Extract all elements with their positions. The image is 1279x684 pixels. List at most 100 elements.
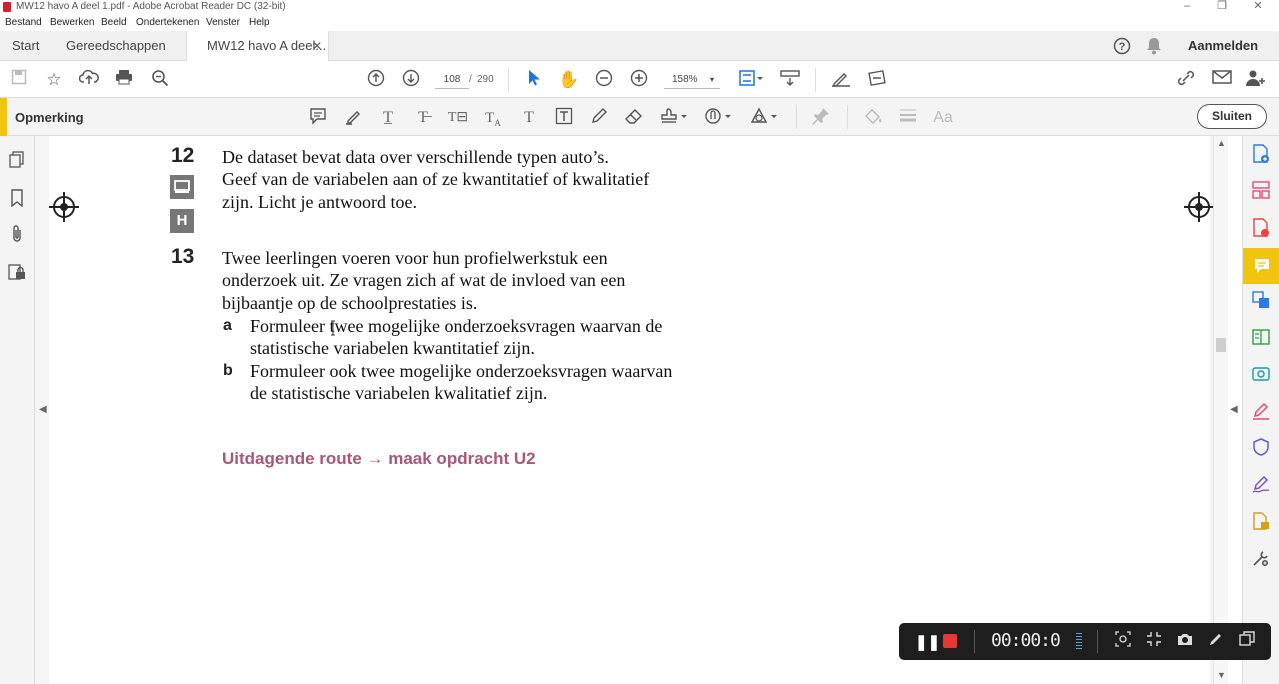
- annotate-pen-icon[interactable]: [1206, 631, 1226, 651]
- text-cursor-icon: [330, 320, 336, 336]
- menu-beeld[interactable]: Beeld: [101, 17, 127, 28]
- shapes-tool-icon[interactable]: [750, 107, 780, 129]
- page-thumbnails-icon[interactable]: [6, 151, 28, 173]
- scroll-mode-icon[interactable]: [779, 69, 801, 91]
- request-signature-icon[interactable]: [1250, 475, 1272, 497]
- page-number-input[interactable]: 108: [435, 71, 469, 89]
- zoom-level-value: 158%: [672, 74, 698, 85]
- scroll-up-icon[interactable]: ▲: [1217, 138, 1226, 148]
- menu-ondertekenen[interactable]: Ondertekenen: [136, 17, 199, 28]
- share-link-icon[interactable]: [1175, 69, 1197, 91]
- right-tools-panel: [1242, 136, 1279, 684]
- q13-line-1: Twee leerlingen voeren voor hun profielw…: [222, 248, 608, 268]
- menu-venster[interactable]: Venster: [206, 17, 240, 28]
- bookmarks-icon[interactable]: [6, 189, 28, 211]
- svg-text:?: ?: [1119, 41, 1126, 53]
- close-tab-icon[interactable]: ✕: [312, 31, 322, 61]
- combine-files-icon[interactable]: [1250, 291, 1272, 313]
- attachments-paperclip-icon[interactable]: [6, 225, 28, 247]
- menu-help[interactable]: Help: [249, 17, 270, 28]
- highlight-pen-icon[interactable]: [342, 107, 364, 129]
- sticky-note-icon[interactable]: [307, 107, 329, 129]
- notifications-bell-icon[interactable]: [1146, 31, 1166, 61]
- comment-tool-icon[interactable]: [1243, 248, 1279, 284]
- fill-and-sign-icon[interactable]: [1250, 402, 1272, 424]
- minimize-recorder-icon[interactable]: [1237, 631, 1257, 651]
- help-icon[interactable]: ?: [1113, 31, 1133, 61]
- fill-sign-icon[interactable]: [830, 69, 852, 91]
- strikethrough-text-icon[interactable]: T̶: [412, 107, 434, 129]
- left-nav-panel: [0, 136, 35, 684]
- zoom-in-icon[interactable]: [628, 69, 650, 91]
- attach-file-icon[interactable]: [704, 107, 734, 129]
- print-icon[interactable]: [113, 69, 135, 91]
- zoom-search-icon[interactable]: [149, 69, 171, 91]
- pencil-draw-icon[interactable]: [588, 107, 610, 129]
- insert-text-icon[interactable]: TA: [482, 107, 504, 129]
- add-user-icon[interactable]: [1245, 69, 1267, 91]
- protect-shield-icon[interactable]: [1250, 438, 1272, 460]
- fullscreen-toggle-icon[interactable]: [1144, 631, 1164, 651]
- bookmark-star-icon[interactable]: ☆: [43, 69, 65, 91]
- edit-pdf-icon[interactable]: [1250, 328, 1272, 350]
- create-pdf-icon[interactable]: [1250, 144, 1272, 166]
- line-weight-icon[interactable]: [897, 107, 919, 129]
- next-page-icon[interactable]: [400, 69, 422, 91]
- email-icon[interactable]: [1211, 69, 1233, 91]
- eraser-icon[interactable]: [623, 107, 645, 129]
- tab-tools[interactable]: Gereedschappen: [66, 31, 166, 61]
- screenshot-camera-icon[interactable]: [1175, 631, 1195, 651]
- underline-text-icon[interactable]: T̲: [377, 107, 399, 129]
- q13-line-3: bijbaantje op de schoolprestaties is.: [222, 293, 478, 313]
- q13a-line-1: Formuleer twee mogelijke onderzoeksvrage…: [250, 316, 663, 336]
- recorder-divider: [1097, 630, 1098, 653]
- pause-recording-icon[interactable]: ❚❚: [915, 633, 940, 651]
- close-window-button[interactable]: ✕: [1243, 0, 1273, 15]
- text-box-icon[interactable]: [553, 107, 575, 129]
- question-13-number: 13: [171, 245, 195, 268]
- toolbar-divider: [796, 105, 797, 129]
- scan-ocr-icon[interactable]: [1250, 365, 1272, 387]
- comment-toolbar: Opmerking T̲ T̶ T⊟ TA T Aa Sluiten: [0, 98, 1279, 136]
- redact-tool-icon[interactable]: [866, 69, 888, 91]
- export-pdf-icon[interactable]: [1250, 218, 1272, 240]
- save-icon[interactable]: [8, 69, 30, 91]
- font-style-icon[interactable]: Aa: [932, 107, 954, 129]
- minimize-button[interactable]: –: [1172, 0, 1202, 15]
- scroll-down-icon[interactable]: ▼: [1217, 670, 1226, 680]
- previous-page-icon[interactable]: [365, 69, 387, 91]
- toolbar-divider: [815, 68, 816, 92]
- webcam-icon[interactable]: [1113, 631, 1133, 651]
- menu-bewerken[interactable]: Bewerken: [50, 17, 94, 28]
- stamp-icon[interactable]: [660, 107, 690, 129]
- zoom-level-select[interactable]: 158% ▾: [664, 71, 720, 89]
- close-comment-button[interactable]: Sluiten: [1197, 104, 1267, 129]
- pin-icon[interactable]: [810, 107, 832, 129]
- challenge-route-link[interactable]: Uitdagende route → maak opdracht U2: [222, 449, 536, 469]
- stop-recording-icon[interactable]: [943, 634, 957, 648]
- upload-cloud-icon[interactable]: [78, 69, 100, 91]
- send-for-review-icon[interactable]: [1250, 512, 1272, 534]
- hand-tool-icon[interactable]: ✋: [558, 69, 580, 91]
- fit-page-icon[interactable]: [737, 69, 765, 91]
- sign-in-button[interactable]: Aanmelden: [1188, 31, 1258, 61]
- vertical-scrollbar[interactable]: ▲ ▼: [1213, 136, 1228, 684]
- add-text-icon[interactable]: T: [518, 107, 540, 129]
- tab-start[interactable]: Start: [12, 31, 39, 61]
- more-tools-icon[interactable]: [1250, 549, 1272, 571]
- recording-timer: 00:00:0: [991, 630, 1061, 651]
- restore-button[interactable]: ❐: [1207, 0, 1237, 15]
- fill-color-icon[interactable]: [862, 107, 884, 129]
- q12-line-3: zijn. Licht je antwoord toe.: [222, 192, 417, 212]
- security-lock-icon[interactable]: [6, 263, 28, 285]
- select-cursor-icon[interactable]: [523, 69, 545, 91]
- toolbar-divider: [847, 105, 848, 129]
- collapse-left-panel-icon[interactable]: ◀: [39, 404, 47, 415]
- collapse-right-panel-icon[interactable]: ◀: [1230, 404, 1238, 415]
- replace-text-icon[interactable]: T⊟: [447, 107, 469, 129]
- zoom-out-icon[interactable]: [593, 69, 615, 91]
- tab-document[interactable]: MW12 havo A deel... ✕: [186, 31, 329, 62]
- scrollbar-thumb[interactable]: [1216, 338, 1226, 352]
- organize-pages-icon[interactable]: [1250, 181, 1272, 203]
- menu-bestand[interactable]: Bestand: [5, 17, 42, 28]
